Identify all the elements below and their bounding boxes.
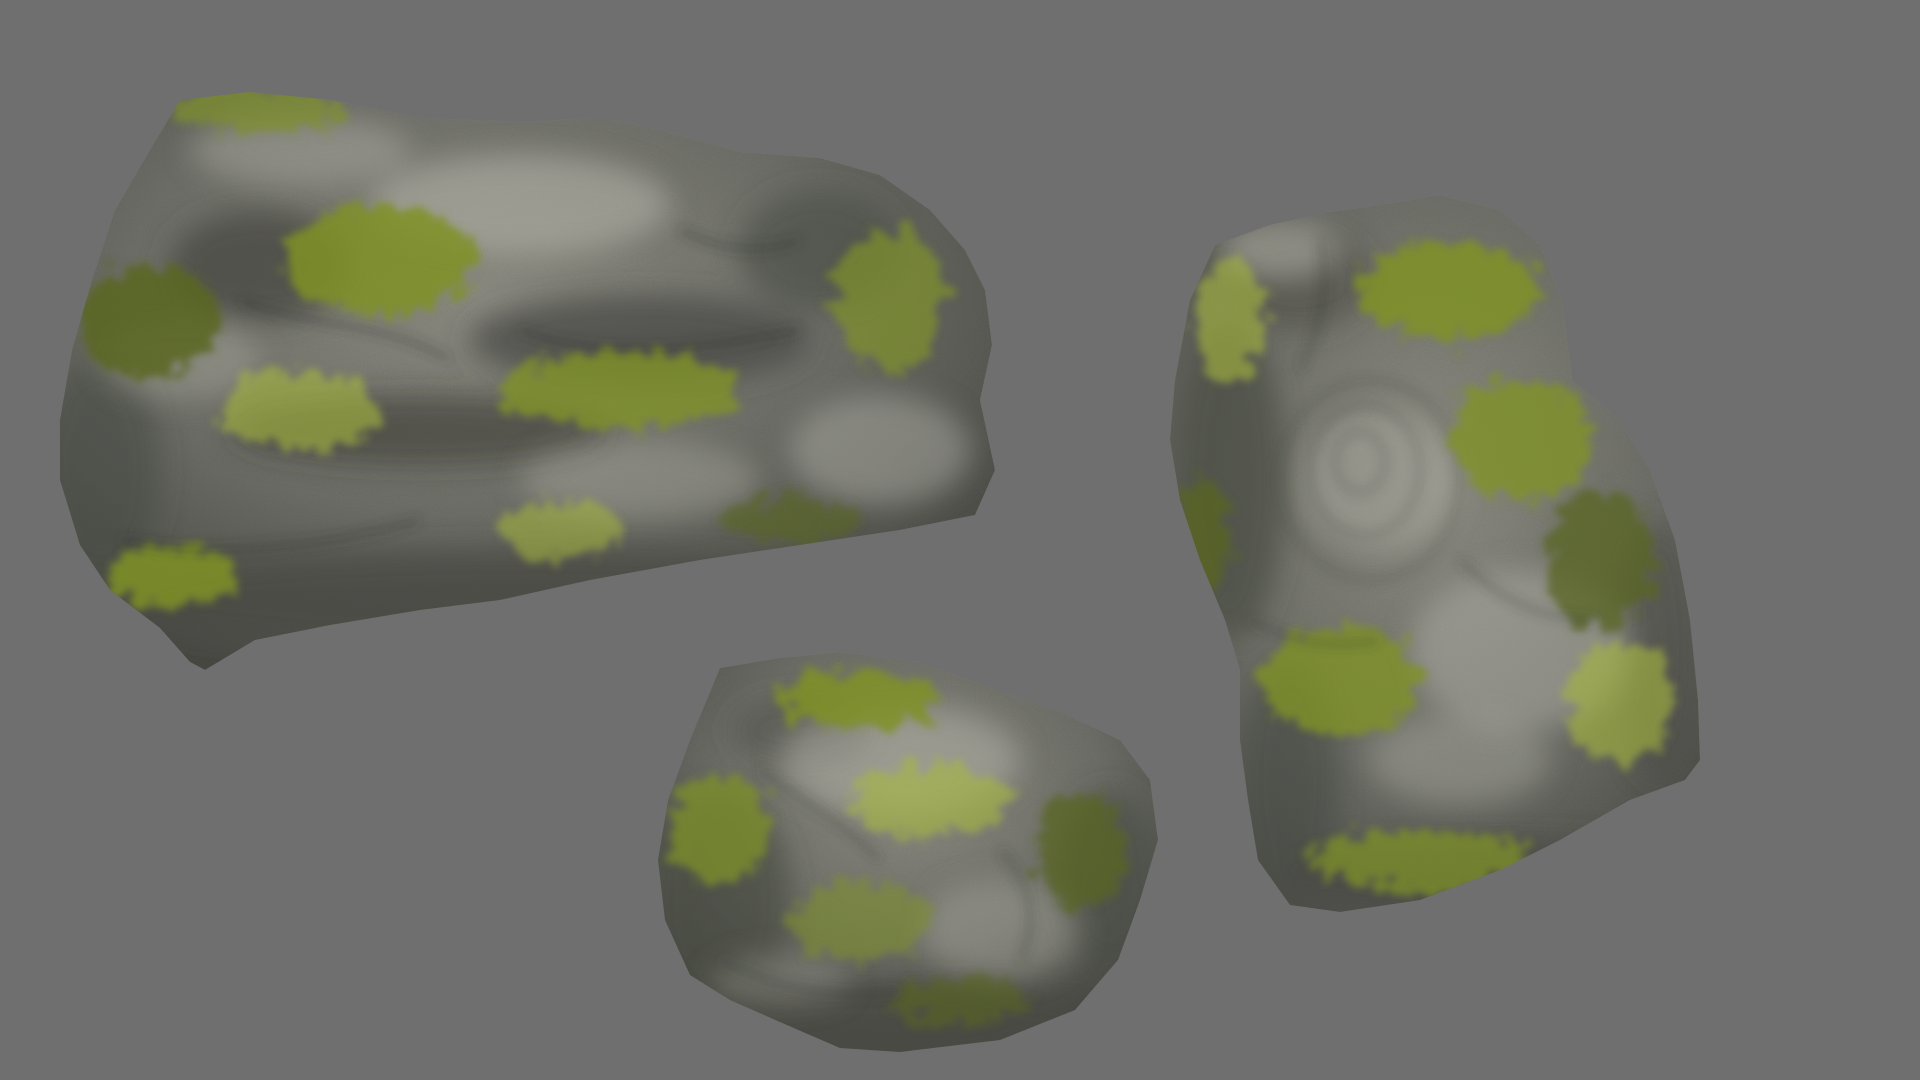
rock-scene [0, 0, 1920, 1080]
